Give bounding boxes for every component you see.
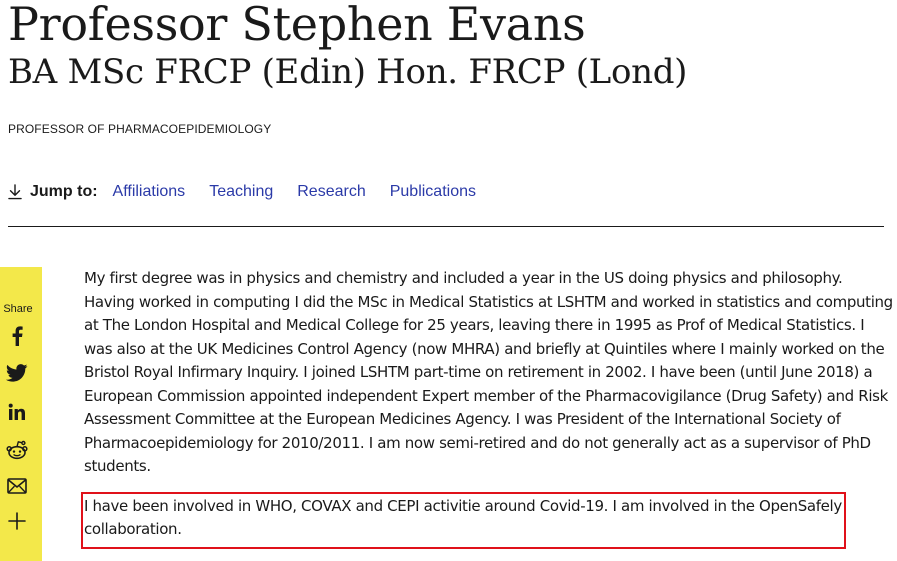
bio-paragraph-highlighted: I have been involved in WHO, COVAX and C… [84,496,842,539]
page-title: Professor Stephen Evans [8,0,586,51]
jump-link-research[interactable]: Research [297,183,365,201]
twitter-icon[interactable] [6,362,28,384]
plus-icon[interactable] [6,510,28,532]
facebook-icon[interactable] [6,325,28,347]
jump-link-publications[interactable]: Publications [390,183,476,201]
bio-paragraph: My first degree was in physics and chemi… [84,269,893,475]
biography: My first degree was in physics and chemi… [84,267,894,542]
post-nominals: BA MSc FRCP (Edin) Hon. FRCP (Lond) [8,52,688,92]
share-sidebar: Share [0,267,42,561]
download-arrow-icon [8,184,22,200]
jump-link-teaching[interactable]: Teaching [209,183,273,201]
linkedin-icon[interactable] [6,401,28,423]
jump-to-label: Jump to: [30,183,98,200]
jump-link-affiliations[interactable]: Affiliations [113,183,186,201]
share-label: Share [3,303,33,315]
job-title: PROFESSOR OF PHARMACOEPIDEMIOLOGY [8,122,272,136]
reddit-icon[interactable] [6,439,28,461]
email-icon[interactable] [6,475,28,497]
jump-to-nav: Jump to: Affiliations Teaching Research … [8,180,500,204]
section-divider [8,226,884,227]
